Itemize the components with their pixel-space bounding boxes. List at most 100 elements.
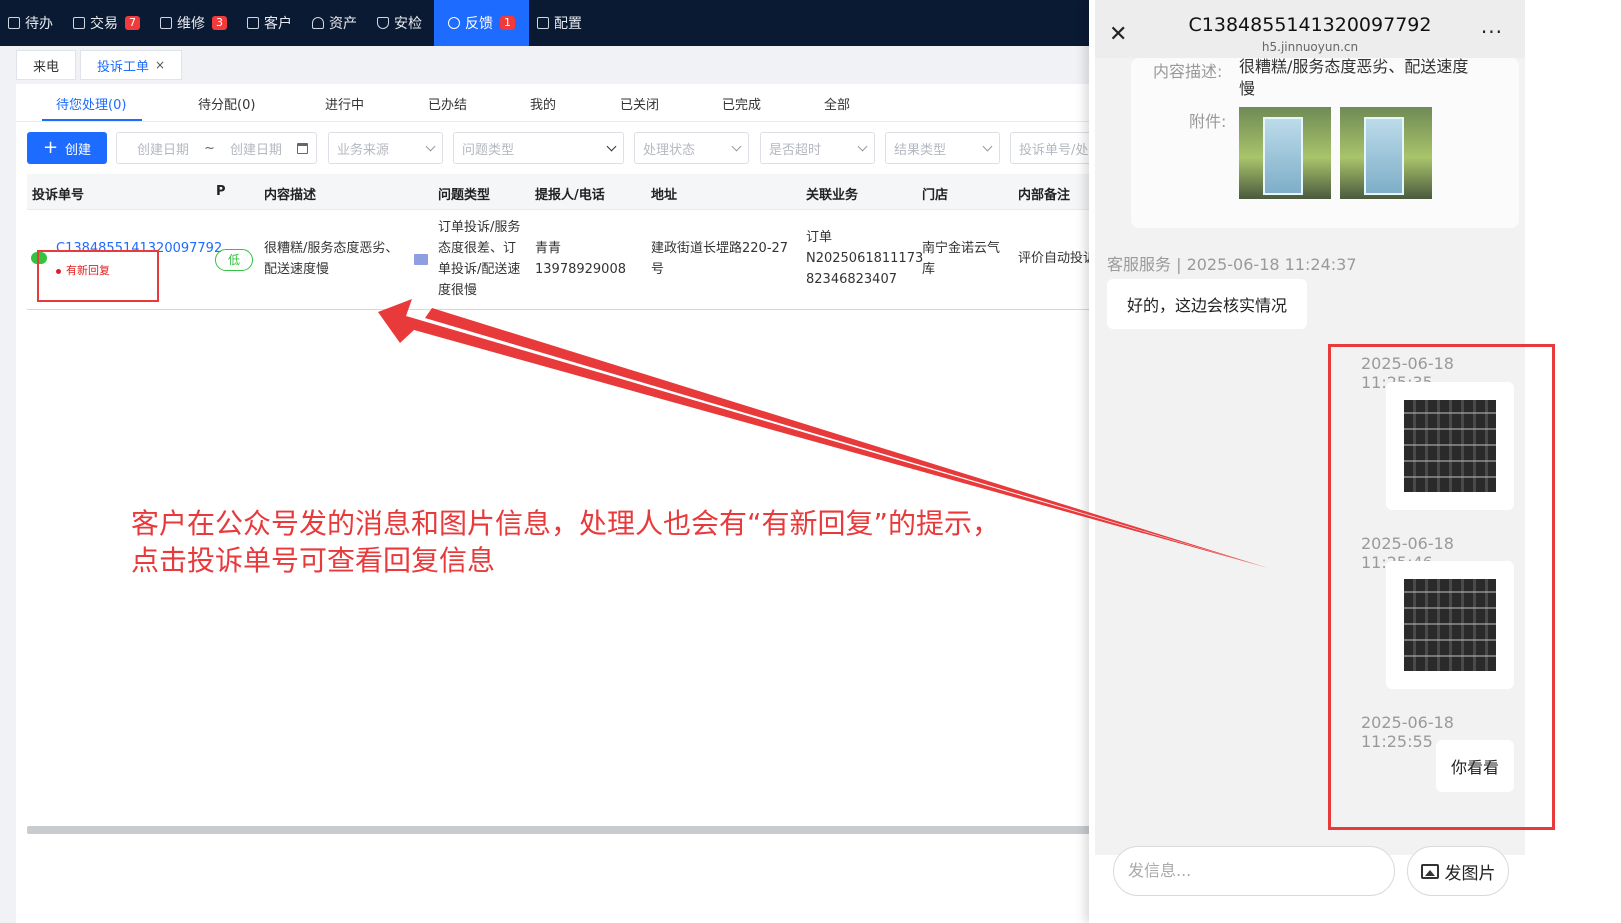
annotation-line-1: 客户在公众号发的消息和图片信息，处理人也会有“有新回复”的提示， xyxy=(131,507,1001,540)
description-line-1: 很糟糕/服务态度恶劣、 xyxy=(264,241,399,256)
attachment-thumbnail[interactable] xyxy=(1340,107,1432,199)
agent-message-bubble: 好的，这边会核实情况 xyxy=(1107,279,1307,329)
annotation-line-2: 点击投诉单号可查看回复信息 xyxy=(131,544,496,577)
problem-type-line-2: 态度很差、订 xyxy=(438,241,517,256)
problem-type-select[interactable]: 问题类型 xyxy=(453,132,624,164)
close-icon[interactable]: × xyxy=(155,58,165,72)
description-label: 内容描述: xyxy=(1153,62,1223,81)
tab-closed[interactable]: 已关闭 xyxy=(620,94,659,113)
overdue-select[interactable]: 是否超时 xyxy=(760,132,875,164)
calendar-icon xyxy=(296,142,308,154)
chevron-down-icon xyxy=(857,141,868,151)
attachment-thumbnail[interactable] xyxy=(1239,107,1331,199)
todo-icon xyxy=(8,17,20,29)
tab-all[interactable]: 全部 xyxy=(824,94,850,113)
horizontal-scrollbar[interactable] xyxy=(27,826,1126,834)
col-problem-type: 问题类型 xyxy=(438,188,491,203)
shield-icon xyxy=(377,17,389,29)
more-icon[interactable]: ··· xyxy=(1481,20,1503,44)
reporter-name: 青青 xyxy=(535,241,562,256)
chevron-down-icon xyxy=(425,141,436,151)
description-value-line-2: 慢 xyxy=(1239,79,1256,98)
source-select[interactable]: 业务来源 xyxy=(328,132,443,164)
tab-mine[interactable]: 我的 xyxy=(530,94,556,113)
description-value-line-1: 很糟糕/服务态度恶劣、配送速度 xyxy=(1239,57,1469,76)
result-type-select[interactable]: 结果类型 xyxy=(885,132,1000,164)
annotation-text: 客户在公众号发的消息和图片信息，处理人也会有“有新回复”的提示， 点击投诉单号可… xyxy=(131,505,1000,579)
feedback-badge: 1 xyxy=(500,16,515,30)
customer-messages-highlight-box xyxy=(1328,344,1555,830)
tab-completed[interactable]: 已完成 xyxy=(722,94,761,113)
store-line-1: 南宁金诺云气 xyxy=(922,241,1001,256)
address-line-2: 号 xyxy=(651,262,665,277)
main-panel: 待您处理(0) 待分配(0) 进行中 已办结 我的 已关闭 已完成 全部 + 创建… xyxy=(16,84,1126,923)
chat-header: ✕ C1384855141320097792 h5.jinnuoyun.cn ·… xyxy=(1095,0,1525,58)
trade-icon xyxy=(73,17,85,29)
chat-icon xyxy=(448,17,460,29)
date-separator: ~ xyxy=(204,140,215,156)
related-business-line-3: 82346823407 xyxy=(806,272,897,287)
chat-title: C1384855141320097792 xyxy=(1188,14,1432,36)
related-business-line-2: N2025061811173 xyxy=(806,251,924,266)
chevron-down-icon xyxy=(731,141,742,151)
repair-badge: 3 xyxy=(212,16,227,30)
col-address: 地址 xyxy=(651,188,678,203)
col-internal-remark: 内部备注 xyxy=(1018,188,1071,203)
priority-tag: 低 xyxy=(215,249,253,271)
date-range-picker[interactable]: 创建日期 ~ 创建日期 xyxy=(116,132,317,164)
image-icon xyxy=(1420,863,1439,879)
chevron-down-icon xyxy=(982,141,993,151)
internal-remark: 评价自动投诉 xyxy=(1018,251,1097,266)
send-image-button[interactable]: 发图片 xyxy=(1407,846,1509,896)
image-icon[interactable] xyxy=(414,254,428,265)
message-input[interactable]: 发信息... xyxy=(1113,846,1395,896)
col-related-business: 关联业务 xyxy=(806,188,859,203)
col-description: 内容描述 xyxy=(264,188,317,203)
tab-incoming-call[interactable]: 来电 xyxy=(16,50,77,80)
nav-item-repair[interactable]: 维修 3 xyxy=(152,0,239,46)
date-start: 创建日期 xyxy=(137,142,190,158)
status-tabs: 待您处理(0) 待分配(0) 进行中 已办结 我的 已关闭 已完成 全部 xyxy=(16,84,1126,122)
repair-icon xyxy=(160,17,172,29)
problem-type-line-4: 度很慢 xyxy=(438,283,478,298)
trade-badge: 7 xyxy=(125,16,140,30)
table-row[interactable]: C1384855141320097792 有新回复 低 很糟糕/服务态度恶劣、 … xyxy=(27,210,1126,310)
nav-item-customer[interactable]: 客户 xyxy=(239,0,304,46)
bulb-icon xyxy=(312,17,324,29)
nav-item-assets[interactable]: 资产 xyxy=(304,0,369,46)
address-line-1: 建政街道长堽路220-27 xyxy=(651,241,789,256)
col-priority: P xyxy=(216,184,226,199)
grid-icon xyxy=(537,17,549,29)
chevron-down-icon xyxy=(606,141,617,151)
status-select[interactable]: 处理状态 xyxy=(634,132,749,164)
tab-pending-me[interactable]: 待您处理(0) xyxy=(56,94,126,113)
tab-concluded[interactable]: 已办结 xyxy=(428,94,467,113)
col-ticket-no: 投诉单号 xyxy=(32,188,85,203)
active-tab-underline xyxy=(42,119,142,121)
chat-domain: h5.jinnuoyun.cn xyxy=(1261,40,1359,54)
nav-item-config[interactable]: 配置 xyxy=(529,0,594,46)
tab-in-progress[interactable]: 进行中 xyxy=(325,94,364,113)
description-line-2: 配送速度慢 xyxy=(264,262,330,277)
nav-item-todo[interactable]: 待办 xyxy=(0,0,65,46)
nav-item-trade[interactable]: 交易 7 xyxy=(65,0,152,46)
col-store: 门店 xyxy=(922,188,949,203)
store-line-2: 库 xyxy=(922,262,936,277)
drawer-gutter xyxy=(1559,0,1621,923)
problem-type-line-3: 单投诉/配送速 xyxy=(438,262,521,277)
customer-icon xyxy=(247,17,259,29)
tab-complaint-ticket[interactable]: 投诉工单 × xyxy=(80,50,183,80)
date-end: 创建日期 xyxy=(229,142,282,158)
create-button[interactable]: + 创建 xyxy=(27,132,107,164)
table-header: 投诉单号 P 内容描述 问题类型 提报人/电话 地址 关联业务 门店 内部备注 xyxy=(27,174,1126,210)
tab-unassigned[interactable]: 待分配(0) xyxy=(198,94,255,113)
nav-item-feedback[interactable]: 反馈 1 xyxy=(434,0,529,46)
attachment-label: 附件: xyxy=(1189,112,1227,131)
related-business-line-1: 订单 xyxy=(806,230,833,245)
nav-item-safety[interactable]: 安检 xyxy=(369,0,434,46)
new-reply-highlight-box xyxy=(37,250,159,302)
problem-type-line-1: 订单投诉/服务 xyxy=(438,220,521,235)
complaint-card: 内容描述: 很糟糕/服务态度恶劣、配送速度 慢 附件: xyxy=(1131,57,1519,228)
col-reporter: 提报人/电话 xyxy=(535,188,605,203)
message-meta: 客服服务 | 2025-06-18 11:24:37 xyxy=(1107,255,1357,274)
